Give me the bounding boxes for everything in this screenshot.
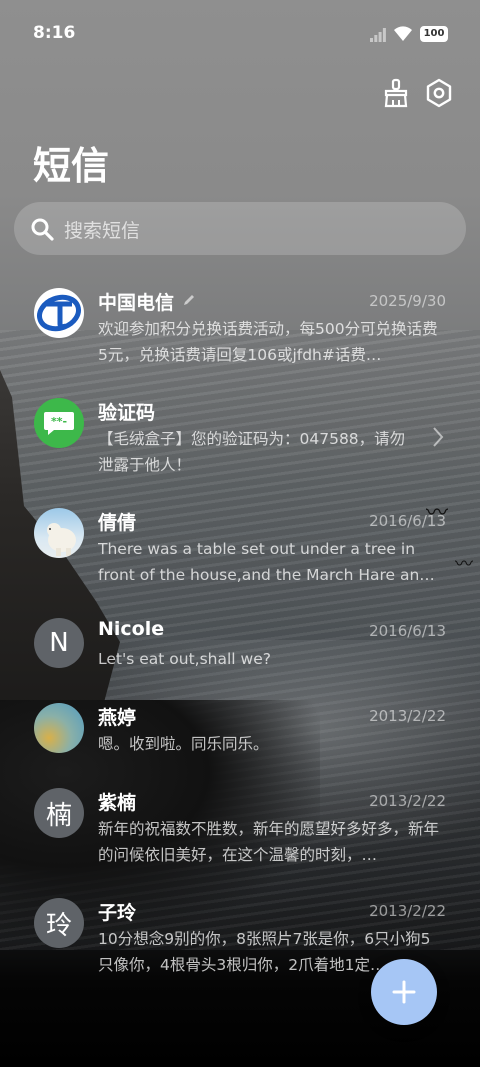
message-code-icon: **- <box>34 398 84 448</box>
conversation-item[interactable]: 中国电信 2025/9/30 欢迎参加积分兑换话费活动，每500分可兑换话费5元… <box>0 282 480 392</box>
search-placeholder: 搜索短信 <box>64 220 141 242</box>
message-date: 2016/6/13 <box>369 512 446 530</box>
search-bar[interactable]: 搜索短信 <box>14 202 466 255</box>
message-date: 2025/9/30 <box>369 292 446 310</box>
signal-icon <box>370 28 386 42</box>
message-date: 2013/2/22 <box>369 902 446 920</box>
page-title: 短信 <box>33 144 110 188</box>
contact-name: 子玲 <box>98 902 137 924</box>
message-preview: 嗯。收到啦。同乐同乐。 <box>98 735 269 753</box>
plus-icon <box>392 980 416 1004</box>
contact-name: 倩倩 <box>98 512 137 534</box>
contact-name: Nicole <box>98 618 165 640</box>
settings-icon[interactable] <box>424 78 454 108</box>
china-telecom-logo-icon <box>34 288 84 338</box>
message-preview: 新年的祝福数不胜数，新年的愿望好多好多，新年的问候依旧美好，在这个温馨的时刻，… <box>98 820 440 864</box>
chevron-right-icon <box>433 427 444 447</box>
landscape-avatar <box>34 703 84 753</box>
message-preview: 欢迎参加积分兑换话费活动，每500分可兑换话费5元，兑换话费请回复106或jfd… <box>98 320 438 364</box>
search-icon <box>31 218 54 241</box>
letter-avatar: N <box>34 618 84 668</box>
wifi-icon <box>394 26 412 41</box>
polar-bear-avatar <box>34 508 84 558</box>
clean-brush-icon[interactable] <box>381 78 411 108</box>
new-message-button[interactable] <box>371 959 437 1025</box>
message-date: 2013/2/22 <box>369 792 446 810</box>
status-bar: 8:16 100 <box>0 0 480 68</box>
svg-text:**-: **- <box>51 415 67 428</box>
battery-indicator: 100 <box>420 26 448 42</box>
message-preview: 【毛绒盒子】您的验证码为：047588，请勿泄露于他人！ <box>98 430 406 474</box>
contact-name: 燕婷 <box>98 707 137 729</box>
conversation-item[interactable]: 楠 紫楠 2013/2/22 新年的祝福数不胜数，新年的愿望好多好多，新年的问候… <box>0 782 480 892</box>
contact-name: 中国电信 <box>98 292 175 314</box>
edit-pencil-icon <box>184 295 194 305</box>
message-date: 2013/2/22 <box>369 707 446 725</box>
message-date: 2016/6/13 <box>369 622 446 640</box>
contact-name: 验证码 <box>98 402 156 424</box>
conversation-item[interactable]: **- 验证码 【毛绒盒子】您的验证码为：047588，请勿泄露于他人！ <box>0 392 480 502</box>
status-time: 8:16 <box>33 23 76 43</box>
message-preview: There was a table set out under a tree i… <box>98 540 435 584</box>
letter-avatar: 玲 <box>34 898 84 948</box>
conversation-item[interactable]: 倩倩 2016/6/13 There was a table set out u… <box>0 502 480 612</box>
contact-name: 紫楠 <box>98 792 137 814</box>
message-preview: Let's eat out,shall we? <box>98 650 271 668</box>
letter-avatar: 楠 <box>34 788 84 838</box>
